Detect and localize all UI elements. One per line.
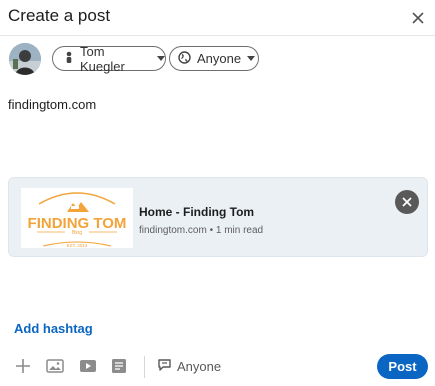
close-icon xyxy=(402,197,412,207)
modal-header: Create a post xyxy=(0,0,435,36)
author-selector[interactable]: Tom Kuegler xyxy=(52,43,166,74)
composer-toolbar: Anyone Post xyxy=(0,352,435,380)
comment-icon xyxy=(157,358,172,375)
plus-icon[interactable] xyxy=(14,358,32,374)
globe-icon xyxy=(178,50,191,67)
caret-down-icon xyxy=(247,56,256,61)
video-icon[interactable] xyxy=(79,358,97,374)
comment-visibility-label: Anyone xyxy=(177,358,222,374)
link-title: Home - Finding Tom xyxy=(139,205,255,219)
document-icon[interactable] xyxy=(110,358,128,374)
visibility-selector[interactable]: Anyone xyxy=(169,46,259,71)
author-name: Tom Kuegler xyxy=(80,43,125,74)
avatar xyxy=(9,43,41,75)
person-icon xyxy=(64,51,74,66)
link-meta: findingtom.com • 1 min read xyxy=(139,225,264,236)
add-hashtag-link[interactable]: Add hashtag xyxy=(14,321,93,336)
link-thumbnail: FINDING TOM Blog EST. 2013 xyxy=(21,188,133,248)
remove-preview-button[interactable] xyxy=(395,190,419,214)
close-icon[interactable] xyxy=(408,8,428,28)
post-text-input[interactable]: findingtom.com xyxy=(8,97,96,112)
logo-est: EST. 2013 xyxy=(67,243,88,248)
comment-visibility-button[interactable]: Anyone xyxy=(157,357,221,375)
post-button[interactable]: Post xyxy=(377,354,428,379)
image-icon[interactable] xyxy=(46,358,64,374)
caret-down-icon xyxy=(157,56,165,61)
logo-tagline: Blog xyxy=(72,230,82,236)
link-preview-card[interactable]: FINDING TOM Blog EST. 2013 Home - Findin… xyxy=(8,177,428,257)
visibility-label: Anyone xyxy=(197,51,242,66)
modal-title: Create a post xyxy=(8,6,111,25)
toolbar-divider xyxy=(144,356,145,378)
